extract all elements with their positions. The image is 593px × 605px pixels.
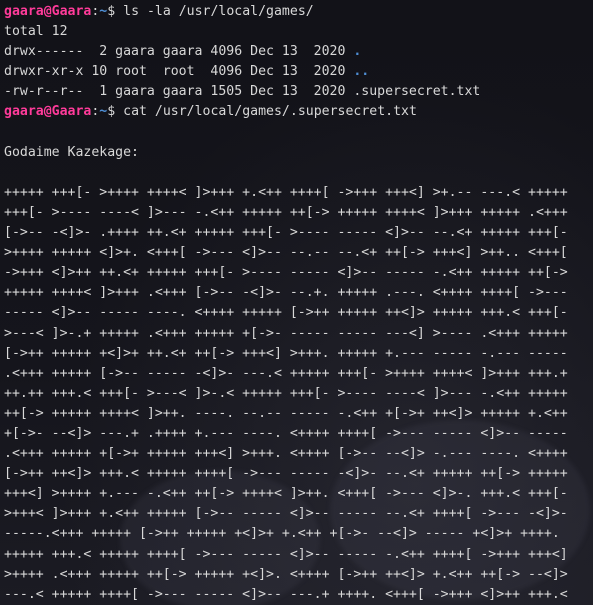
listing-name: .. <box>353 64 370 80</box>
file-line: ++.++ +++.< +++[- >---< ]>-.< +++++ +++[… <box>4 385 568 401</box>
file-line: .<+++ +++++ +[->+ +++++ +++<] >+++. <+++… <box>4 446 568 462</box>
listing-meta: drwx------ 2 gaara gaara 4096 Dec 13 202… <box>4 44 354 60</box>
prompt-user-host: gaara@Gaara <box>4 104 92 120</box>
listing-name: .supersecret.txt <box>353 84 481 100</box>
prompt-symbol: $ <box>107 104 116 120</box>
file-line: ++[-> +++++ ++++< ]>++. ----. --.-- ----… <box>4 405 568 421</box>
terminal-window[interactable]: gaara@Gaara:~$ ls -la /usr/local/games/ … <box>0 0 593 605</box>
listing-meta: -rw-r--r-- 1 gaara gaara 1505 Dec 13 202… <box>4 84 354 100</box>
file-line: >---< ]>-.+ +++++ .<+++ +++++ +[->- ----… <box>4 325 568 341</box>
file-line: ---.< +++++ ++++[ ->--- ----- <]>-- ---.… <box>4 586 568 602</box>
file-line: .<+++ +++++ [->-- ----- -<]>- ---.< ++++… <box>4 365 568 381</box>
file-line: >+++< ]>+++ +.<++ +++++ [->-- ----- <]>-… <box>4 506 568 522</box>
file-line: +[->- --<]> ---.+ .++++ +.--- ----. <+++… <box>4 425 568 441</box>
listing-meta: drwxr-xr-x 10 root root 4096 Dec 13 2020 <box>4 64 354 80</box>
command-text: cat /usr/local/games/.supersecret.txt <box>115 104 417 120</box>
listing-name: . <box>353 44 362 60</box>
listing-row: -rw-r--r-- 1 gaara gaara 1505 Dec 13 202… <box>4 82 593 102</box>
file-line: +++++ +++[- >++++ ++++< ]>+++ +.<++ ++++… <box>4 184 568 200</box>
file-line: >++++ .<+++ +++++ ++[-> +++++ +<]>. <+++… <box>4 566 568 582</box>
file-line: +++[- >---- ----< ]>--- -.<++ +++++ ++[-… <box>4 204 568 220</box>
file-line: +++++ +++.< +++++ ++++[ ->--- ----- <]>-… <box>4 546 568 562</box>
command-text: ls -la /usr/local/games/ <box>115 4 314 19</box>
file-line: [->++ ++<]> +++.< +++++ ++++[ ->--- ----… <box>4 466 568 482</box>
file-line: >++++ +++++ <]>+. <+++[ ->--- <]>-- --.-… <box>4 245 568 261</box>
listing-row: drwx------ 2 gaara gaara 4096 Dec 13 202… <box>4 42 593 62</box>
listing-total: total 12 <box>4 24 68 40</box>
file-line: +++<] >++++ +.--- -.<++ ++[-> ++++< ]>++… <box>4 486 568 502</box>
file-line: ----- <]>-- ----- ----. <++++ +++++ [->+… <box>4 305 568 321</box>
file-line: [->++ +++++ +<]>+ ++.<+ ++[-> +++<] >+++… <box>4 345 568 361</box>
prompt-line: gaara@Gaara:~$ cat /usr/local/games/.sup… <box>4 102 593 122</box>
terminal-output: gaara@Gaara:~$ ls -la /usr/local/games/ … <box>4 2 593 605</box>
prompt-user-host: gaara@Gaara <box>4 4 92 19</box>
prompt-line: gaara@Gaara:~$ ls -la /usr/local/games/ <box>4 2 593 22</box>
listing-row: drwxr-xr-x 10 root root 4096 Dec 13 2020… <box>4 62 593 82</box>
prompt-symbol: $ <box>107 4 116 19</box>
file-line: ->+++ <]>++ ++.<+ +++++ +++[- >---- ----… <box>4 265 568 281</box>
file-heading: Godaime Kazekage: <box>4 144 139 160</box>
file-line: -----.<+++ +++++ [->++ +++++ +<]>+ +.<++… <box>4 526 560 542</box>
file-line: [->-- -<]>- .++++ ++.<+ +++++ +++[- >---… <box>4 225 568 241</box>
file-line: +++++ ++++< ]>+++ .<+++ [->-- -<]>- --.+… <box>4 285 568 301</box>
